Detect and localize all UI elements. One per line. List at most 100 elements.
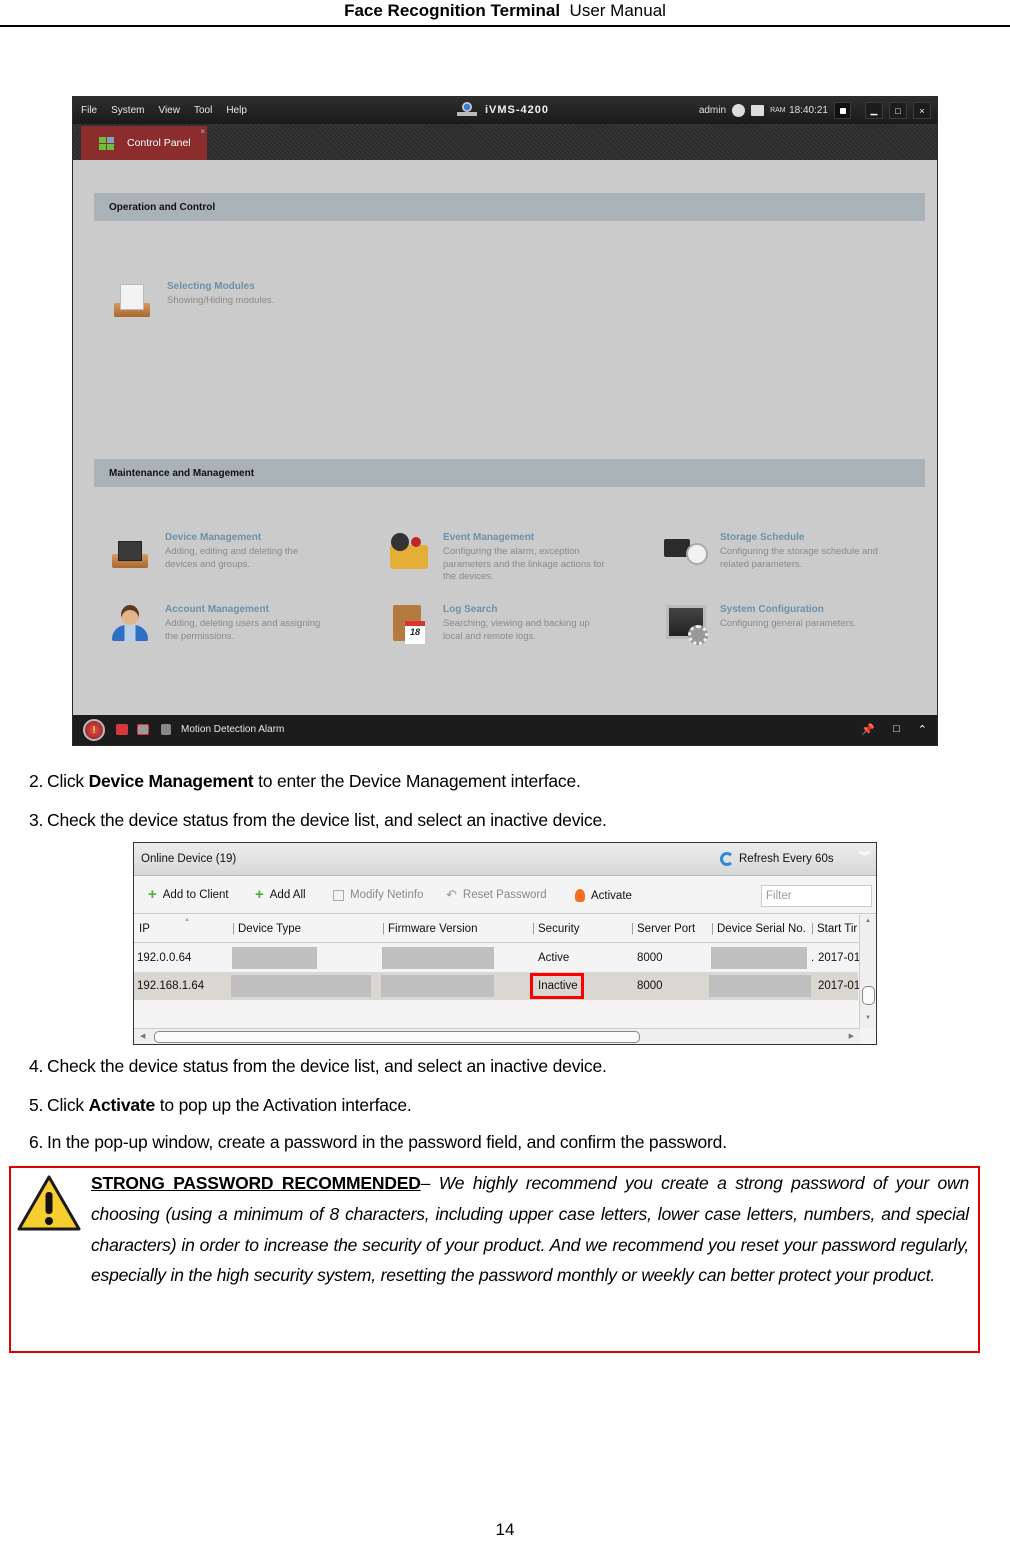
step-4: 4. Check the device status from the devi… [29, 1055, 607, 1077]
ui-reference: Device Management [88, 771, 254, 791]
alarm-bar-controls: 📌 □ ⌃ [861, 723, 927, 736]
scroll-down-icon[interactable]: ▼ [865, 1015, 871, 1021]
module-desc: Configuring the storage schedule and rel… [720, 546, 878, 571]
warning-text: STRONG PASSWORD RECOMMENDED– We highly r… [91, 1168, 969, 1291]
module-storage-schedule[interactable]: Storage Schedule Configuring the storage… [664, 531, 878, 571]
lock-button[interactable] [834, 102, 851, 119]
pin-icon[interactable]: 📌 [861, 723, 875, 736]
section-operation-and-control: Operation and Control [94, 193, 925, 221]
alarm-event-icon[interactable] [137, 724, 149, 735]
menu-file[interactable]: File [81, 105, 97, 116]
step-5: 5. Click Activate to pop up the Activati… [29, 1094, 412, 1116]
minimize-button[interactable]: ▁ [865, 102, 883, 119]
redacted-device-type [231, 975, 371, 997]
module-system-configuration[interactable]: System Configuration Configuring general… [664, 603, 856, 645]
module-desc: Adding, editing and deleting the devices… [165, 546, 298, 571]
undo-icon: ↶ [446, 887, 457, 902]
module-event-management[interactable]: Event Management Configuring the alarm, … [387, 531, 605, 584]
module-device-management[interactable]: Device Management Adding, editing and de… [109, 531, 298, 571]
window-icon[interactable]: □ [893, 723, 900, 736]
cell-port: 8000 [637, 952, 663, 964]
column-device-type[interactable]: | Device Type [232, 923, 301, 935]
column-firmware-version[interactable]: | Firmware Version [382, 923, 477, 935]
module-selecting-modules[interactable]: Selecting Modules Showing/Hiding modules… [111, 280, 274, 320]
cell-start-time: 2017-01 [818, 980, 861, 992]
reset-password-button[interactable]: ↶ Reset Password [446, 887, 547, 902]
warning-dash: – [420, 1173, 439, 1193]
camera-logo-icon [457, 102, 477, 117]
cell-security: Active [538, 952, 570, 964]
step-text: In the pop-up window, create a password … [47, 1132, 727, 1152]
inactive-highlight-box [530, 973, 584, 999]
module-desc-line: Searching, viewing and backing up [443, 618, 590, 629]
refresh-button[interactable]: Refresh Every 60s [720, 852, 834, 866]
manual-type: User Manual [569, 1, 666, 20]
refresh-icon [720, 852, 734, 866]
page-number: 14 [495, 1520, 515, 1539]
menu-system[interactable]: System [111, 105, 144, 116]
menu-tool[interactable]: Tool [194, 105, 212, 116]
table-row-selected[interactable]: 192.168.1.64 Inactive 8000 2017-01 [134, 972, 861, 1000]
cell-ip: 192.168.1.64 [137, 980, 205, 992]
app-title: iVMS-4200 [457, 102, 549, 117]
plus-icon: + [255, 886, 264, 903]
scroll-left-icon[interactable]: ◀ [140, 1032, 145, 1040]
scroll-thumb[interactable] [862, 986, 875, 1005]
activate-button[interactable]: Activate [575, 889, 632, 902]
horizontal-scrollbar[interactable]: ◀ ▶ [134, 1028, 860, 1044]
menu-help[interactable]: Help [226, 105, 247, 116]
cell-start-time: 2017-01 [818, 952, 861, 964]
vertical-scrollbar[interactable]: ▲ ▼ [859, 915, 876, 1028]
mute-icon[interactable] [161, 724, 171, 735]
system-configuration-icon [664, 603, 708, 645]
add-all-button[interactable]: + Add All [255, 886, 306, 903]
collapse-icon[interactable]: ︾ [859, 848, 870, 864]
cell-serial-suffix: . [811, 952, 815, 964]
edit-icon [333, 889, 344, 901]
step-number: 5. [29, 1095, 44, 1115]
module-desc: Configuring the alarm, exception paramet… [443, 546, 605, 584]
module-account-management[interactable]: Account Management Adding, deleting user… [109, 603, 320, 643]
close-button[interactable]: × [913, 102, 931, 119]
module-desc-line: related parameters. [720, 558, 803, 570]
tab-control-panel[interactable]: Control Panel × [81, 126, 207, 160]
scroll-up-icon[interactable]: ▲ [865, 918, 871, 924]
maximize-button[interactable]: □ [889, 102, 907, 119]
module-desc-line: Configuring general parameters. [720, 618, 857, 629]
column-ip[interactable]: IP [139, 923, 150, 935]
modify-netinfo-button[interactable]: Modify Netinfo [333, 889, 424, 901]
tab-close-icon[interactable]: × [200, 127, 205, 136]
step-number: 2. [29, 771, 44, 791]
module-log-search[interactable]: Log Search Searching, viewing and backin… [387, 603, 590, 644]
tab-label: Control Panel [127, 137, 191, 149]
strong-password-warning: STRONG PASSWORD RECOMMENDED– We highly r… [9, 1166, 980, 1353]
add-to-client-button[interactable]: + Add to Client [148, 887, 229, 902]
alarm-type-label: Motion Detection Alarm [181, 724, 285, 735]
cell-port: 8000 [637, 980, 663, 992]
alarm-sound-icon[interactable] [116, 724, 128, 735]
scroll-thumb[interactable] [154, 1031, 640, 1043]
module-title: Log Search [443, 604, 498, 615]
redacted-firmware [381, 975, 494, 997]
table-row[interactable]: 192.0.0.64 Active 8000 . 2017-01 [134, 944, 861, 972]
step-number: 6. [29, 1132, 44, 1152]
step-number: 4. [29, 1056, 44, 1076]
alarm-warning-icon[interactable]: ! [83, 719, 105, 741]
column-device-serial-no[interactable]: | Device Serial No. [711, 923, 806, 935]
module-desc-line: Adding, deleting users and assigning [165, 618, 321, 629]
column-server-port[interactable]: | Server Port [631, 923, 695, 935]
lock-icon [839, 107, 846, 114]
module-title: Account Management [165, 604, 269, 615]
module-desc-line: Adding, editing and deleting the [165, 546, 299, 557]
expand-up-icon[interactable]: ⌃ [918, 723, 927, 736]
step-text: Check the device status from the device … [47, 1056, 607, 1076]
column-start-time[interactable]: | Start Tir [811, 923, 857, 935]
filter-input[interactable]: Filter [761, 885, 872, 907]
scroll-right-icon[interactable]: ▶ [849, 1032, 854, 1040]
menu-view[interactable]: View [158, 105, 180, 116]
module-desc-line: the permissions. [165, 630, 235, 642]
redacted-serial [711, 947, 807, 969]
step-text: Click Activate to pop up the Activation … [47, 1095, 412, 1115]
column-security[interactable]: | Security [532, 923, 580, 935]
module-desc: Configuring general parameters. [720, 618, 856, 631]
